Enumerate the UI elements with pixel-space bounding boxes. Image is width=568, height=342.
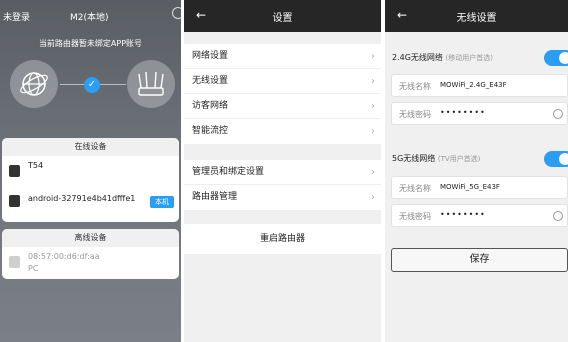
offline-devices-title: 离线设备 xyxy=(2,229,179,247)
phone-icon xyxy=(9,165,20,177)
band-hint: (移动用户首选) xyxy=(445,54,493,62)
chevron-right-icon: › xyxy=(371,192,375,203)
settings-group-2: 管理员和绑定设置 › 路由器管理 › xyxy=(184,160,381,210)
password-value: •••••••• xyxy=(440,210,486,219)
ssid-5g-field[interactable]: 无线名称 MOWiFi_5G_E43F xyxy=(391,176,568,199)
chevron-right-icon: › xyxy=(371,167,375,178)
menu-label: 无线设置 xyxy=(192,76,229,86)
device-row[interactable]: 08:57:00:d6:df:aa PC xyxy=(2,247,179,277)
ssid-value: MOWiFi_5G_E43F xyxy=(440,183,500,191)
router-icon xyxy=(127,60,175,108)
ssid-value: MOWiFi_2.4G_E43F xyxy=(440,81,507,89)
settings-group-1: 网络设置 › 无线设置 › 访客网络 › 智能流控 › xyxy=(184,44,381,144)
settings-panel: ← 设置 网络设置 › 无线设置 › 访客网络 › 智能流控 › 管理员和绑定设置 › 路… xyxy=(184,0,381,342)
menu-label: 智能流控 xyxy=(192,126,229,136)
menu-label: 访客网络 xyxy=(192,101,229,111)
field-label: 无线名称 xyxy=(399,82,431,91)
status-header: 未登录 M2(本地) xyxy=(0,0,181,32)
band-hint: (TV用户首选) xyxy=(437,155,481,163)
menu-label: 路由器管理 xyxy=(192,192,238,202)
band-24g-row: 2.4G无线网络 (移动用户首选) xyxy=(385,46,568,68)
login-status[interactable]: 未登录 xyxy=(3,10,30,23)
menu-router-management[interactable]: 路由器管理 › xyxy=(184,185,381,210)
password-value: •••••••• xyxy=(440,108,486,117)
router-status-panel: 未登录 M2(本地) 当前路由器暂未绑定APP账号 ✓ 在线设备 T54 and… xyxy=(0,0,181,342)
wireless-settings-panel: ← 无线设置 2.4G无线网络 (移动用户首选) 无线名称 MOWiFi_2.4… xyxy=(385,0,568,342)
device-mac: 08:57:00:d6:df:aa xyxy=(28,252,100,261)
this-device-badge: 本机 xyxy=(150,196,174,208)
page-title: 设置 xyxy=(272,13,293,24)
menu-label: 网络设置 xyxy=(192,51,229,61)
band-5g-toggle[interactable] xyxy=(544,151,568,167)
page-title: 无线设置 xyxy=(456,13,497,24)
band-name: 5G无线网络 xyxy=(392,154,436,163)
device-row[interactable]: android-32791e4b41dfffe1 本机 xyxy=(2,186,179,216)
password-24g-field[interactable]: 无线密码 •••••••• xyxy=(391,102,568,125)
wireless-header: ← 无线设置 xyxy=(385,0,568,32)
menu-admin-binding[interactable]: 管理员和绑定设置 › xyxy=(184,160,381,185)
reboot-router-button[interactable]: 重启路由器 xyxy=(184,224,381,254)
globe-icon xyxy=(10,60,58,108)
menu-guest-network[interactable]: 访客网络 › xyxy=(184,94,381,119)
menu-wireless-settings[interactable]: 无线设置 › xyxy=(184,69,381,94)
eye-icon[interactable] xyxy=(553,211,563,221)
check-icon: ✓ xyxy=(84,77,100,93)
online-devices-title: 在线设备 xyxy=(2,138,179,156)
field-label: 无线密码 xyxy=(399,110,431,119)
chevron-right-icon: › xyxy=(371,101,375,112)
menu-network-settings[interactable]: 网络设置 › xyxy=(184,44,381,69)
router-title: M2(本地) xyxy=(70,13,109,23)
password-5g-field[interactable]: 无线密码 •••••••• xyxy=(391,204,568,227)
band-name: 2.4G无线网络 xyxy=(392,53,443,62)
device-name: T54 xyxy=(28,161,44,170)
field-label: 无线密码 xyxy=(399,212,431,221)
offline-devices-card: 离线设备 08:57:00:d6:df:aa PC xyxy=(2,229,179,279)
gear-icon[interactable] xyxy=(172,7,181,19)
field-label: 无线名称 xyxy=(399,184,431,193)
phone-icon xyxy=(9,195,20,207)
eye-icon[interactable] xyxy=(553,109,563,119)
menu-smart-qos[interactable]: 智能流控 › xyxy=(184,119,381,144)
menu-label: 管理员和绑定设置 xyxy=(192,167,265,177)
save-button[interactable]: 保存 xyxy=(391,248,568,272)
online-devices-card: 在线设备 T54 android-32791e4b41dfffe1 本机 xyxy=(2,138,179,222)
band-5g-row: 5G无线网络 (TV用户首选) xyxy=(385,147,568,169)
band-24g-label: 2.4G无线网络 (移动用户首选) xyxy=(392,52,493,63)
ssid-24g-field[interactable]: 无线名称 MOWiFi_2.4G_E43F xyxy=(391,74,568,97)
device-type: PC xyxy=(28,264,39,273)
band-24g-toggle[interactable] xyxy=(544,50,568,66)
chevron-right-icon: › xyxy=(371,126,375,137)
bind-notice: 当前路由器暂未绑定APP账号 xyxy=(38,39,143,48)
chevron-right-icon: › xyxy=(371,51,375,62)
device-name: android-32791e4b41dfffe1 xyxy=(28,194,136,203)
device-row[interactable]: T54 xyxy=(2,156,179,186)
band-5g-label: 5G无线网络 (TV用户首选) xyxy=(392,153,480,164)
settings-header: ← 设置 xyxy=(184,0,381,32)
pc-icon xyxy=(9,256,20,268)
chevron-right-icon: › xyxy=(371,76,375,87)
